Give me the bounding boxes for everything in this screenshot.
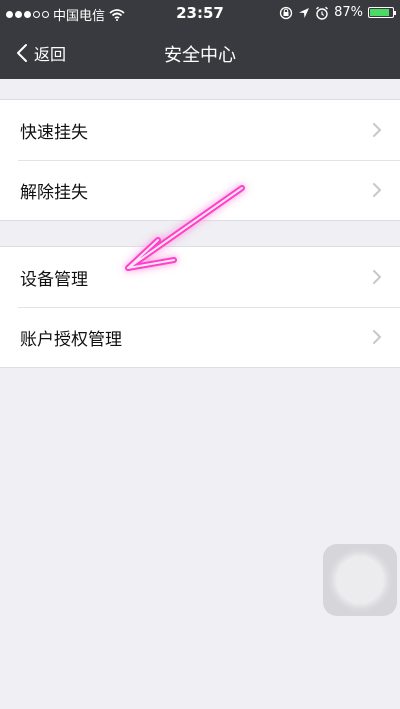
menu-item-account-authorization[interactable]: 账户授权管理 (0, 307, 400, 367)
battery-icon (368, 7, 396, 18)
menu-item-device-management[interactable]: 设备管理 (0, 247, 400, 307)
nav-bar: 返回 安全中心 (0, 28, 400, 79)
menu-item-label: 解除挂失 (20, 182, 88, 203)
top-bar: 中国电信 23:57 87% 返回 安全中心 (0, 0, 400, 79)
status-bar: 中国电信 23:57 87% (0, 0, 400, 28)
status-right: 87% (279, 5, 396, 20)
menu-item-label: 设备管理 (20, 269, 88, 290)
chevron-right-icon (373, 330, 381, 344)
assistive-touch-button[interactable] (323, 544, 397, 616)
settings-group-devices: 设备管理 账户授权管理 (0, 246, 400, 368)
alarm-icon (316, 6, 329, 20)
chevron-right-icon (373, 123, 381, 137)
lock-rotation-icon (279, 6, 293, 19)
location-icon (299, 7, 310, 18)
assistive-touch-icon (338, 558, 382, 602)
chevron-right-icon (373, 270, 381, 284)
menu-item-cancel-report-loss[interactable]: 解除挂失 (0, 160, 400, 220)
page-title: 安全中心 (164, 45, 236, 66)
menu-item-quick-report-loss[interactable]: 快速挂失 (0, 100, 400, 160)
settings-group-loss: 快速挂失 解除挂失 (0, 99, 400, 221)
menu-item-label: 账户授权管理 (20, 329, 122, 350)
battery-fill (370, 9, 390, 16)
battery-percent: 87% (334, 5, 363, 20)
chevron-right-icon (373, 183, 381, 197)
menu-item-label: 快速挂失 (20, 122, 88, 143)
